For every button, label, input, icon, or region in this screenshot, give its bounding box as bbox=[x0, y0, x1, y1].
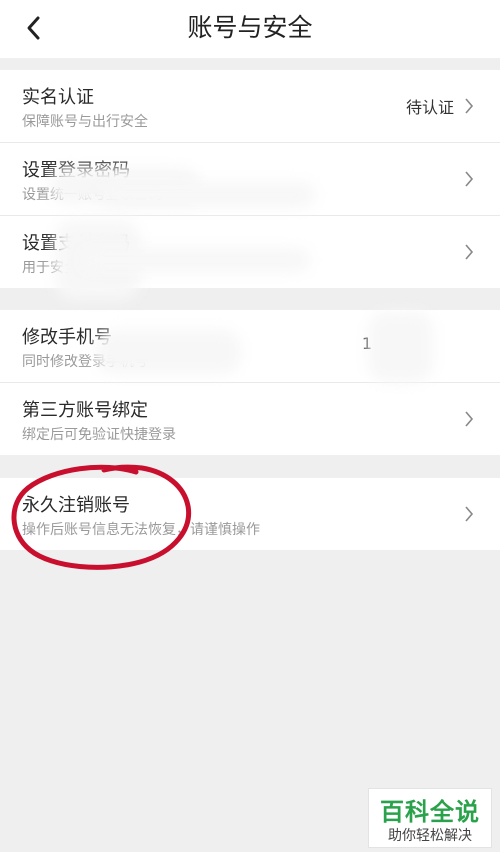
privacy-blur bbox=[368, 312, 433, 382]
chevron-right-icon bbox=[465, 98, 474, 114]
row-subtitle: 保障账号与出行安全 bbox=[22, 114, 148, 130]
privacy-blur bbox=[80, 248, 310, 272]
row-real-name-verification[interactable]: 实名认证 保障账号与出行安全 待认证 bbox=[0, 70, 500, 143]
chevron-right-icon bbox=[465, 411, 474, 427]
chevron-right-icon bbox=[465, 171, 474, 187]
watermark-logo: 百科全说 助你轻松解决 bbox=[368, 788, 492, 848]
watermark-sub: 助你轻松解决 bbox=[388, 828, 472, 844]
privacy-blur bbox=[100, 182, 315, 208]
page-title: 账号与安全 bbox=[187, 13, 313, 42]
chevron-right-icon bbox=[465, 506, 474, 522]
top-bar: 账号与安全 bbox=[0, 0, 500, 58]
row-subtitle: 操作后账号信息无法恢复，请谨慎操作 bbox=[22, 522, 260, 538]
row-third-party-binding[interactable]: 第三方账号绑定 绑定后可免验证快捷登录 bbox=[0, 383, 500, 455]
settings-group-account: 永久注销账号 操作后账号信息无法恢复，请谨慎操作 bbox=[0, 478, 500, 550]
verification-status: 待认证 bbox=[405, 98, 454, 117]
row-delete-account[interactable]: 永久注销账号 操作后账号信息无法恢复，请谨慎操作 bbox=[0, 478, 500, 550]
row-subtitle: 绑定后可免验证快捷登录 bbox=[22, 427, 176, 443]
row-title: 第三方账号绑定 bbox=[22, 400, 148, 421]
row-title: 永久注销账号 bbox=[22, 495, 130, 516]
row-title: 实名认证 bbox=[22, 87, 94, 108]
watermark-brand: 百科全说 bbox=[380, 798, 480, 826]
chevron-right-icon bbox=[465, 244, 474, 260]
privacy-blur bbox=[96, 330, 241, 374]
